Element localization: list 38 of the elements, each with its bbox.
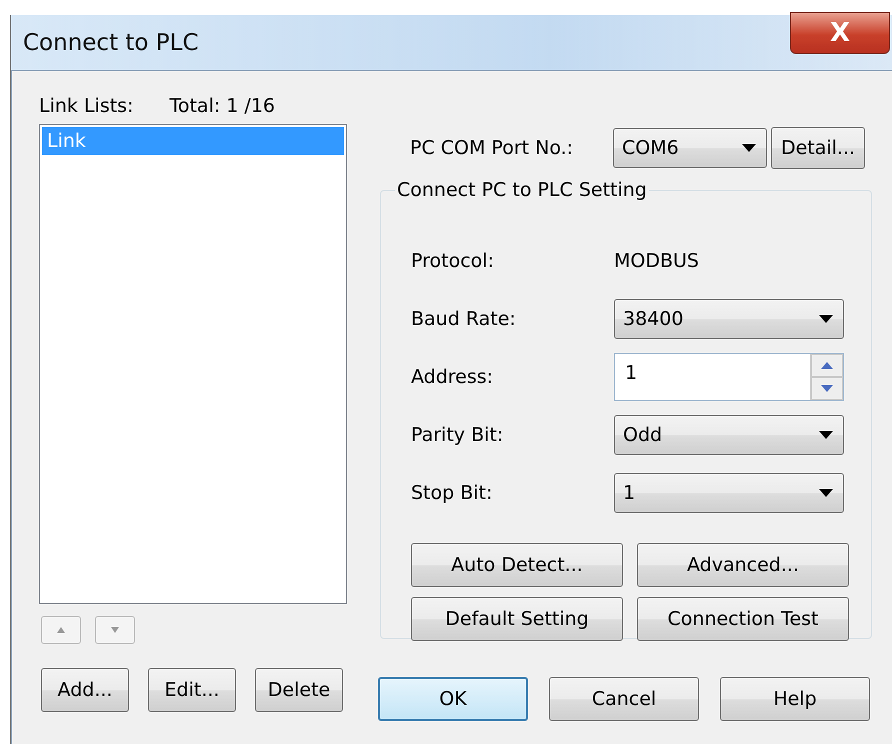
dropdown[interactable]: 38400: [614, 299, 844, 339]
dropdown-arrow-icon: [819, 315, 833, 323]
field-label: Parity Bit:: [411, 424, 504, 446]
dropdown-arrow-icon: [819, 431, 833, 439]
dialog-button[interactable]: Help: [720, 677, 870, 721]
dropdown[interactable]: Odd: [614, 415, 844, 455]
up-triangle-icon: [821, 362, 833, 369]
protocol-value: MODBUS: [614, 250, 699, 272]
com-port-dropdown[interactable]: COM6: [613, 128, 767, 168]
dialog-button[interactable]: Cancel: [549, 677, 699, 721]
field-label: Stop Bit:: [411, 482, 494, 504]
down-triangle-icon: [110, 626, 120, 634]
setting-button[interactable]: Default Setting: [411, 597, 623, 641]
com-port-label: PC COM Port No.:: [410, 137, 574, 159]
dropdown[interactable]: 1: [614, 473, 844, 513]
up-triangle-icon: [56, 626, 66, 634]
list-action-button[interactable]: Delete: [255, 668, 343, 712]
setting-button[interactable]: Advanced...: [637, 543, 849, 587]
window-title: Connect to PLC: [23, 30, 199, 56]
group-title: Connect PC to PLC Setting: [396, 179, 648, 201]
list-action-button[interactable]: Edit...: [148, 668, 236, 712]
dropdown-arrow-icon: [742, 144, 756, 152]
number-field[interactable]: 1: [614, 353, 844, 401]
dropdown-arrow-icon: [819, 489, 833, 497]
spin-down-button[interactable]: [811, 377, 843, 400]
setting-button[interactable]: Connection Test: [637, 597, 849, 641]
total-count: Total: 1 /16: [169, 95, 275, 117]
down-triangle-icon: [821, 385, 833, 392]
dialog-button[interactable]: OK: [378, 677, 528, 721]
list-action-button[interactable]: Add...: [41, 668, 129, 712]
link-lists-label: Link Lists:: [39, 95, 134, 117]
field-label: Address:: [411, 366, 494, 388]
field-label: Baud Rate:: [411, 308, 517, 330]
detail-button[interactable]: Detail...: [771, 127, 865, 169]
setting-button[interactable]: Auto Detect...: [411, 543, 623, 587]
spin-up-button[interactable]: [811, 354, 843, 377]
close-button[interactable]: X: [790, 12, 890, 54]
field-label: Protocol:: [411, 250, 495, 272]
